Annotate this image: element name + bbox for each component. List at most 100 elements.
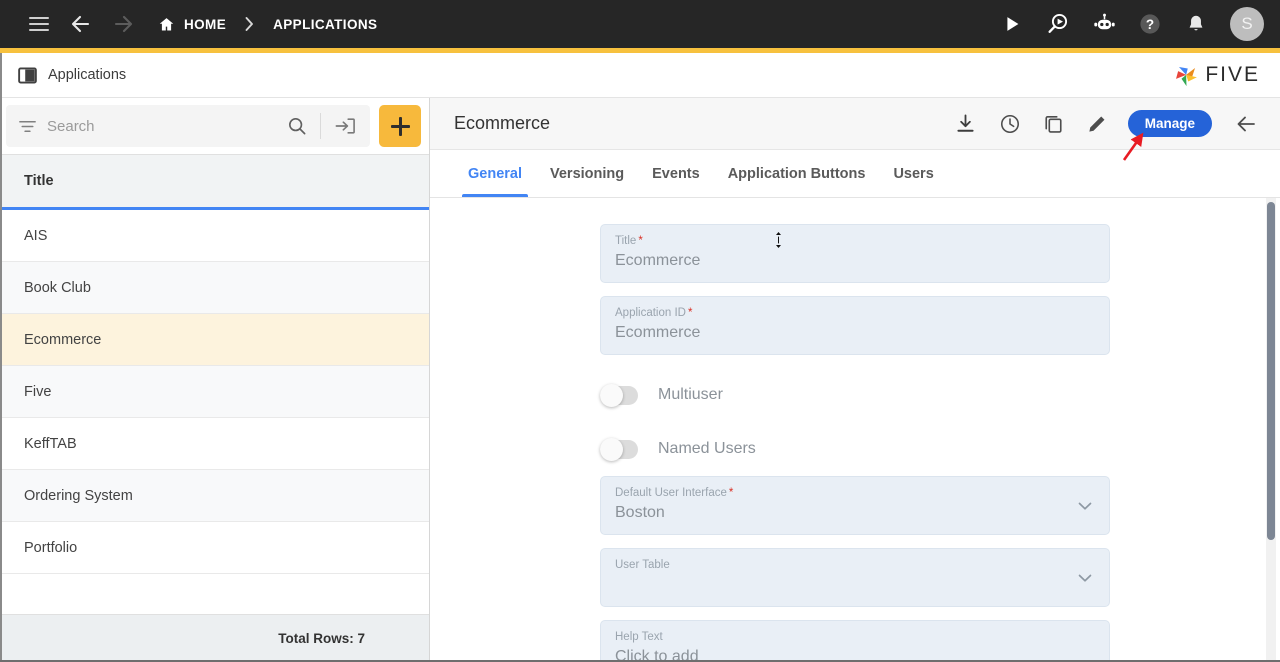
- title-field[interactable]: Title * Ecommerce: [600, 224, 1110, 283]
- required-marker: *: [728, 487, 734, 499]
- required-marker: *: [638, 235, 643, 247]
- robot-icon[interactable]: [1084, 4, 1124, 44]
- breadcrumb: HOME APPLICATIONS: [158, 16, 377, 33]
- application-window: HOME APPLICATIONS ? S Applications FIVE …: [0, 0, 1280, 662]
- plus-icon: [390, 116, 410, 136]
- title-field-label: Title *: [615, 234, 1095, 249]
- toggle-knob: [600, 383, 623, 407]
- toggle-knob: [600, 437, 623, 461]
- breadcrumb-separator: [244, 16, 255, 32]
- user-table-label-text: User Table: [615, 559, 670, 571]
- nav-left-group: HOME APPLICATIONS: [18, 4, 377, 44]
- list-item-label: Five: [24, 383, 52, 400]
- named-users-toggle[interactable]: [600, 437, 638, 461]
- avatar[interactable]: S: [1230, 7, 1264, 41]
- multiuser-row: Multiuser: [600, 368, 1110, 422]
- applications-list: AIS Book Club Ecommerce Five KeffTAB Ord…: [0, 210, 429, 614]
- detail-actions: Manage: [946, 104, 1266, 144]
- required-marker: *: [687, 307, 693, 319]
- list-item[interactable]: Five: [0, 366, 429, 418]
- application-id-field[interactable]: Application ID * Ecommerce: [600, 296, 1110, 355]
- window-left-edge: [0, 53, 2, 662]
- list-column-header[interactable]: Title: [0, 154, 429, 210]
- multiuser-label: Multiuser: [658, 386, 723, 403]
- search-play-icon[interactable]: [1038, 4, 1078, 44]
- history-icon[interactable]: [990, 104, 1030, 144]
- chevron-down-icon[interactable]: [1075, 496, 1095, 516]
- user-table-field[interactable]: User Table: [600, 548, 1110, 607]
- user-table-value: [615, 573, 1067, 596]
- arrow-forward-icon[interactable]: [102, 4, 144, 44]
- help-icon[interactable]: ?: [1130, 4, 1170, 44]
- application-id-field-value: Ecommerce: [615, 324, 701, 341]
- search-input[interactable]: [47, 117, 279, 135]
- arrow-back-icon[interactable]: [60, 4, 102, 44]
- application-id-label-text: Application ID: [615, 307, 686, 319]
- tab-versioning[interactable]: Versioning: [536, 150, 638, 197]
- user-table-label: User Table: [615, 558, 1067, 573]
- tab-events[interactable]: Events: [638, 150, 714, 197]
- filter-icon[interactable]: [18, 117, 37, 136]
- body-container: Title AIS Book Club Ecommerce Five KeffT…: [0, 98, 1280, 662]
- play-icon[interactable]: [992, 4, 1032, 44]
- search-toolbar: [0, 98, 429, 154]
- bell-icon[interactable]: [1176, 4, 1216, 44]
- page-title: Applications: [48, 67, 127, 83]
- general-form: Title * Ecommerce Application ID * Ecommer…: [430, 198, 1280, 662]
- download-icon[interactable]: [946, 104, 986, 144]
- column-header-title: Title: [24, 173, 54, 189]
- named-users-label: Named Users: [658, 440, 756, 457]
- title-field-value: Ecommerce: [615, 252, 701, 269]
- edit-icon[interactable]: [1078, 104, 1118, 144]
- breadcrumb-home-link[interactable]: HOME: [184, 17, 226, 32]
- list-empty-row: [0, 574, 429, 614]
- search-box[interactable]: [6, 105, 370, 147]
- copy-icon[interactable]: [1034, 104, 1074, 144]
- toolbar-divider: [320, 113, 321, 139]
- tab-general[interactable]: General: [454, 150, 536, 197]
- default-user-interface-field[interactable]: Default User Interface * Boston: [600, 476, 1110, 535]
- list-item-label: Ecommerce: [24, 331, 102, 348]
- five-logo-text: FIVE: [1205, 63, 1260, 86]
- help-text-field[interactable]: Help Text Click to add: [600, 620, 1110, 662]
- default-user-interface-label: Default User Interface *: [615, 486, 1067, 501]
- application-id-field-label: Application ID *: [615, 306, 1095, 321]
- list-item[interactable]: KeffTAB: [0, 418, 429, 470]
- manage-button[interactable]: Manage: [1127, 110, 1212, 137]
- detail-back-icon[interactable]: [1226, 104, 1266, 144]
- tab-users[interactable]: Users: [879, 150, 947, 197]
- multiuser-toggle[interactable]: [600, 383, 638, 407]
- add-application-button[interactable]: [379, 105, 421, 147]
- panel-icon: [18, 66, 37, 85]
- help-text-label: Help Text: [615, 630, 1095, 645]
- hamburger-icon[interactable]: [18, 4, 60, 44]
- search-icon[interactable]: [279, 116, 315, 136]
- tab-application-buttons[interactable]: Application Buttons: [714, 150, 880, 197]
- title-label-text: Title: [615, 235, 637, 247]
- default-user-interface-label-text: Default User Interface: [615, 487, 727, 499]
- top-navigation-bar: HOME APPLICATIONS ? S: [0, 0, 1280, 48]
- list-item[interactable]: Book Club: [0, 262, 429, 314]
- list-footer: Total Rows: 7: [0, 614, 429, 662]
- form-scrollbar-thumb[interactable]: [1267, 202, 1275, 540]
- detail-header: Ecommerce Manage: [430, 98, 1280, 150]
- chevron-down-icon[interactable]: [1075, 568, 1095, 588]
- detail-tabs: General Versioning Events Application Bu…: [430, 150, 1280, 198]
- page-header: Applications FIVE: [0, 53, 1280, 98]
- list-item-selected[interactable]: Ecommerce: [0, 314, 429, 366]
- named-users-row: Named Users: [600, 422, 1110, 476]
- svg-text:?: ?: [1146, 17, 1154, 32]
- applications-list-panel: Title AIS Book Club Ecommerce Five KeffT…: [0, 98, 430, 662]
- list-item[interactable]: Portfolio: [0, 522, 429, 574]
- total-rows-label: Total Rows: 7: [278, 631, 365, 646]
- form-scrollbar[interactable]: [1266, 198, 1276, 662]
- list-item[interactable]: Ordering System: [0, 470, 429, 522]
- list-item-label: Book Club: [24, 279, 91, 296]
- list-item-label: AIS: [24, 227, 48, 244]
- home-icon[interactable]: [158, 16, 175, 33]
- import-icon[interactable]: [326, 116, 364, 136]
- list-item[interactable]: AIS: [0, 210, 429, 262]
- detail-title: Ecommerce: [454, 113, 551, 133]
- default-user-interface-value: Boston: [615, 504, 665, 521]
- list-item-label: KeffTAB: [24, 435, 77, 452]
